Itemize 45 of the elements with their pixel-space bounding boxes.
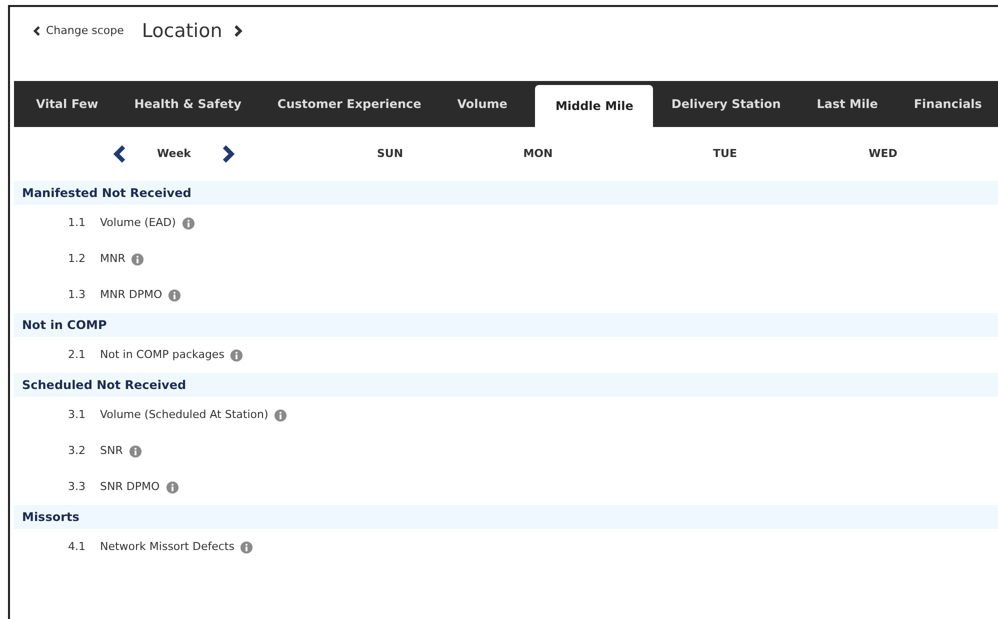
metric-name: Network Missort Defects bbox=[100, 538, 234, 555]
metric-number: 1.1 bbox=[68, 214, 86, 231]
info-icon[interactable] bbox=[128, 444, 142, 458]
metric-name: MNR bbox=[100, 250, 126, 267]
day-header: MON bbox=[523, 146, 553, 162]
metric-name: Volume (EAD) bbox=[100, 214, 176, 231]
tab[interactable]: Vital Few bbox=[18, 81, 116, 127]
info-icon[interactable] bbox=[274, 408, 288, 422]
period-label: Week bbox=[157, 146, 191, 162]
tab[interactable]: Delivery Station bbox=[653, 81, 799, 127]
scope-title: Location bbox=[142, 18, 222, 44]
day-header: SUN bbox=[376, 146, 404, 162]
tab[interactable]: Financials bbox=[896, 81, 998, 127]
back-chevron-icon[interactable] bbox=[32, 26, 42, 36]
metric-number: 2.1 bbox=[68, 346, 86, 363]
tab[interactable]: Customer Experience bbox=[259, 81, 440, 127]
info-icon[interactable] bbox=[240, 540, 254, 554]
section-header: Missorts bbox=[14, 505, 998, 529]
metric-number: 3.1 bbox=[68, 406, 86, 423]
next-chevron-icon[interactable] bbox=[232, 25, 244, 37]
metric-number: 4.1 bbox=[68, 538, 86, 555]
info-icon[interactable] bbox=[166, 480, 179, 494]
info-icon[interactable] bbox=[182, 216, 195, 230]
day-header: TUE bbox=[713, 146, 737, 162]
info-icon[interactable] bbox=[230, 348, 244, 362]
metric-number: 3.2 bbox=[68, 442, 86, 459]
section-header: Not in COMP bbox=[14, 313, 998, 337]
metric-name: Volume (Scheduled At Station) bbox=[100, 406, 268, 423]
section-header: Scheduled Not Received bbox=[14, 373, 998, 397]
tab[interactable]: Last Mile bbox=[798, 81, 896, 127]
metric-number: 1.3 bbox=[68, 286, 86, 303]
tab[interactable]: Middle Mile bbox=[535, 85, 654, 127]
tab[interactable]: Health & Safety bbox=[116, 81, 260, 127]
metric-name: Not in COMP packages bbox=[100, 346, 224, 363]
metric-number: 3.3 bbox=[68, 478, 86, 495]
info-icon[interactable] bbox=[131, 252, 144, 266]
section-header: Manifested Not Received bbox=[14, 181, 998, 205]
metric-name: SNR bbox=[100, 442, 123, 459]
metric-name: SNR DPMO bbox=[100, 478, 160, 495]
metric-name: MNR DPMO bbox=[100, 286, 162, 303]
day-header: WED bbox=[868, 146, 898, 162]
metric-number: 1.2 bbox=[68, 250, 86, 267]
info-icon[interactable] bbox=[168, 288, 182, 302]
change-scope-link[interactable]: Change scope bbox=[46, 22, 124, 40]
tab[interactable]: Volume bbox=[439, 81, 526, 127]
